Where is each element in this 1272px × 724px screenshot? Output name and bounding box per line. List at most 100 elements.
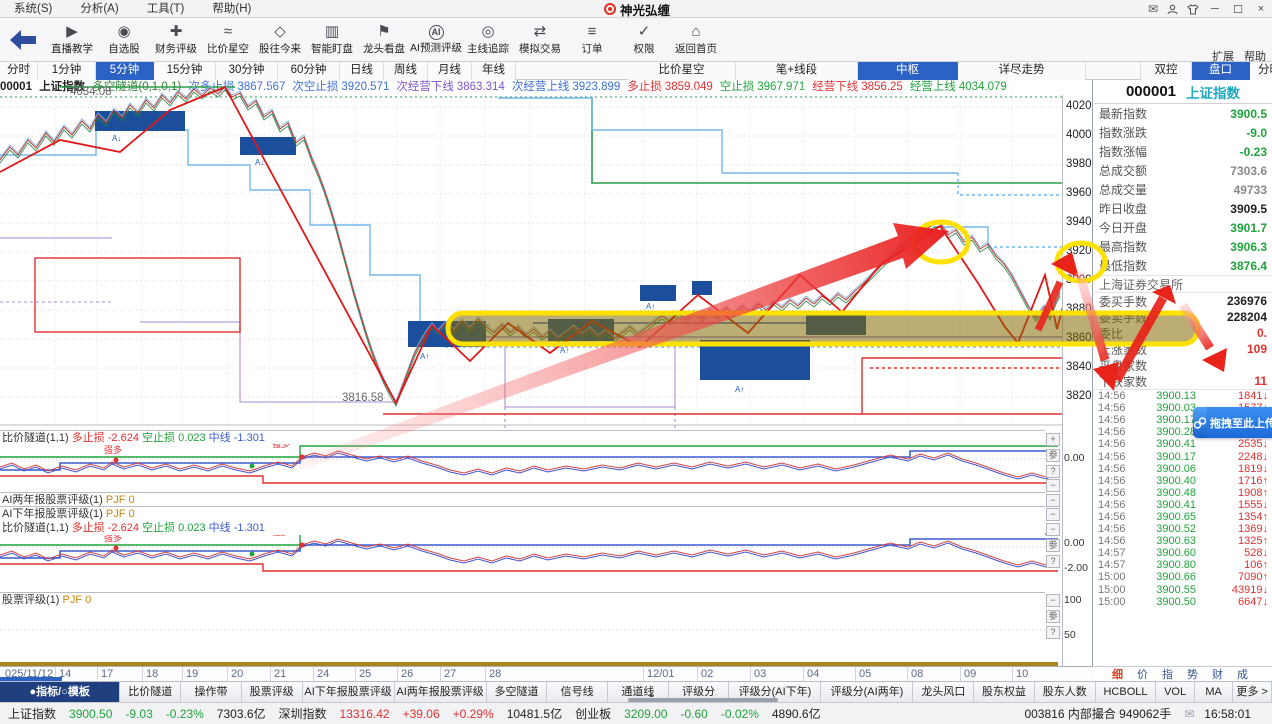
period-bar: 分时 1分钟 5分钟 15分钟 30分钟 60分钟 日线 周线 月线 年线 比价… [0,62,1272,80]
tab-5min[interactable]: 5分钟 [96,62,154,80]
bottom-tab[interactable]: 评级分(AI两年) [821,682,913,702]
tab-1min[interactable]: 1分钟 [38,62,96,80]
tick-row: 15:003900.5543919↓ [1094,584,1272,596]
upload-drop-tooltip[interactable]: 拖拽至此上传 [1193,407,1272,438]
bottom-tab[interactable]: 股东权益 [974,682,1035,702]
tab-shuangkong[interactable]: 双控 [1140,62,1192,80]
upload-tooltip-text: 拖拽至此上传 [1207,415,1272,431]
toolbar-button[interactable]: 订单 [566,19,618,61]
time-label: 17 [97,667,113,681]
panel-collapse-button[interactable]: − [1046,594,1060,607]
tab-bijia-xingkong[interactable]: 比价星空 [628,62,736,80]
panel-add-button[interactable]: + [1046,433,1060,446]
bottom-tab[interactable]: 股票评级 [242,682,303,702]
toolbar-button[interactable]: 主线追踪 [462,19,514,61]
menu-item[interactable]: 系统(S) [0,0,66,18]
bottom-tab[interactable]: AI下年报股票评级 [303,682,395,702]
menu-item[interactable]: 帮助(H) [198,0,265,18]
tab-fenshi-panel[interactable]: 分时 [1250,62,1272,80]
bottom-tab[interactable]: HCBOLL [1096,682,1157,702]
toolbar-button[interactable]: 返回首页 [670,19,722,61]
close-button[interactable]: × [1254,3,1268,15]
bottom-tab[interactable]: ●指标/○模板 [0,682,120,702]
panel-param-button[interactable]: 参 [1046,610,1060,623]
mini-tab[interactable]: 成 [1231,666,1254,681]
quote-row: 指数涨跌-9.0 [1094,123,1272,142]
bottom-tab[interactable]: VOL [1156,682,1195,702]
status-item: +39.06 [403,707,440,721]
bottom-tab[interactable]: MA [1195,682,1234,702]
chart-canvas[interactable]: 强多 强多 [0,85,1062,668]
panel-collapse-button[interactable]: − [1046,479,1060,492]
quote-row: 上涨家数109 [1094,341,1272,357]
mini-tab[interactable]: 势 [1181,666,1204,681]
menu-item[interactable]: 分析(A) [66,0,132,18]
tick-row: 14:573900.60528↓ [1094,547,1272,559]
mini-tab[interactable]: 细 [1106,666,1129,681]
tab-30min[interactable]: 30分钟 [216,62,278,80]
back-button[interactable] [0,23,46,57]
user-icon[interactable] [1167,4,1178,15]
mail-icon[interactable]: ✉ [1148,2,1158,16]
panel-help-button[interactable]: ? [1046,626,1060,639]
toolbar-button[interactable]: 龙头看盘 [358,19,410,61]
bottom-tab[interactable]: 操作带 [181,682,242,702]
low-price-label: 3816.58 [342,392,384,404]
tab-bi-xianduan[interactable]: 笔+线段 [736,62,858,80]
bottom-tab[interactable]: 更多 > [1233,682,1272,702]
mini-tab[interactable]: 价 [1131,666,1154,681]
tab-month[interactable]: 月线 [428,62,472,80]
panel-collapse-button[interactable]: − [1046,523,1060,536]
status-item: 创业板 [575,705,611,722]
status-item: 4890.6亿 [772,705,821,722]
maximize-button[interactable]: ☐ [1231,3,1245,16]
tab-zhongshu[interactable]: 中枢 [858,62,958,80]
scroll-up-arrow[interactable]: ▲ [648,692,655,699]
stock-icon [117,24,130,41]
tab-pankou[interactable]: 盘口 [1192,62,1250,80]
panel-param-button[interactable]: 参 [1046,539,1060,552]
toolbar-button[interactable]: AI预测评级 [410,19,462,61]
tick-row: 15:003900.667090↑ [1094,571,1272,583]
tick-row: 14:563900.651354↑ [1094,511,1272,523]
bottom-tab[interactable]: 多空隧道 [487,682,548,702]
tab-fenshi[interactable]: 分时 [0,62,38,80]
bottom-tab[interactable]: AI两年报股票评级 [395,682,487,702]
bottom-tab[interactable]: 股东人数 [1035,682,1096,702]
main-chart-area[interactable]: 00001 上证指数 多空隧道(0,1,0,1) 次多止损3867.567次空止… [0,80,1093,681]
panel-help-button[interactable]: ? [1046,465,1060,478]
bottom-tab[interactable]: 比价隧道 [120,682,181,702]
panel-help-button[interactable]: ? [1046,555,1060,568]
toolbar-button[interactable]: 比价星空 [202,19,254,61]
panel-param-button[interactable]: 参 [1046,449,1060,462]
toolbar-button[interactable]: 权限 [618,19,670,61]
message-icon[interactable]: ✉ [1184,707,1194,721]
tick-row: 14:563900.131841↓ [1094,390,1272,402]
toolbar-button[interactable]: 直播教学 [46,19,98,61]
skin-icon[interactable] [1187,4,1199,15]
tab-15min[interactable]: 15分钟 [154,62,216,80]
menu-item[interactable]: 工具(T) [133,0,199,18]
quote-row: 最新指数3900.5 [1094,104,1272,123]
subpanel-header-3: AI下年报股票评级(1) PJF 0 [0,506,1045,520]
panel-collapse-button[interactable]: − [1046,494,1060,507]
svg-text:A↑: A↑ [560,346,569,355]
panel-collapse-button[interactable]: − [1046,508,1060,521]
mini-tab[interactable]: 指 [1156,666,1179,681]
tab-day[interactable]: 日线 [340,62,384,80]
tab-week[interactable]: 周线 [384,62,428,80]
toolbar-button[interactable]: 财务评级 [150,19,202,61]
toolbar-button[interactable]: 股往今来 [254,19,306,61]
bottom-tab[interactable]: 龙头风口 [913,682,974,702]
bottom-tab[interactable]: 信号线 [547,682,608,702]
toolbar-button[interactable]: 自选股 [98,19,150,61]
mini-tab[interactable]: 财 [1206,666,1229,681]
tab-xiangjin-zoushi[interactable]: 详尽走势 [958,62,1086,80]
toolbar-button[interactable]: 模拟交易 [514,19,566,61]
tab-60min[interactable]: 60分钟 [278,62,340,80]
minimize-button[interactable]: ─ [1208,3,1222,15]
quote-name[interactable]: 上证指数 [1186,82,1240,102]
tab-year[interactable]: 年线 [472,62,516,80]
time-axis[interactable]: 025/11/12 14 17 18 19 20 21 24 25 26 27 … [0,666,1093,681]
toolbar-button[interactable]: 智能盯盘 [306,19,358,61]
